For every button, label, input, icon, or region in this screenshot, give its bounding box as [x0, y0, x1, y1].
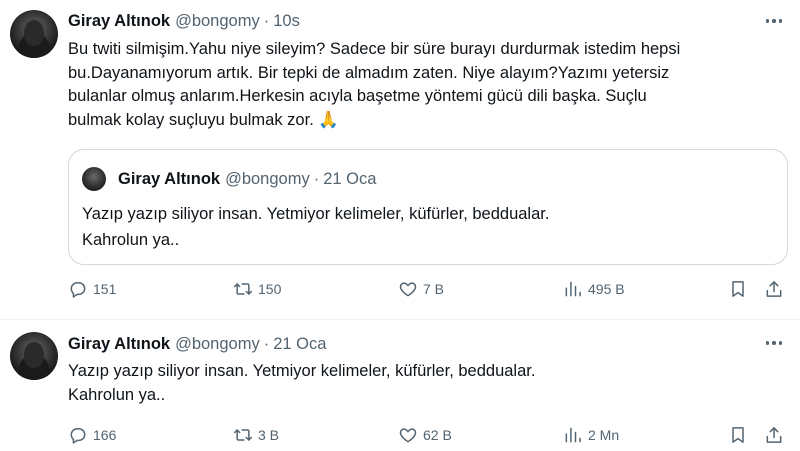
bookmark-icon: [732, 281, 744, 297]
retweet-button[interactable]: 3 B: [233, 423, 279, 447]
share-button[interactable]: [764, 277, 784, 301]
retweet-icon: [233, 429, 253, 441]
tweet[interactable]: Giray Altınok @bongomy · 10s Bu twiti si…: [0, 0, 800, 320]
like-button[interactable]: 62 B: [398, 423, 452, 447]
share-button[interactable]: [764, 423, 784, 447]
reply-button[interactable]: 151: [68, 277, 116, 301]
tweet-header: Giray Altınok @bongomy · 21 Oca: [68, 333, 326, 355]
reply-button[interactable]: 166: [68, 423, 116, 447]
views-chart-icon: [565, 427, 581, 443]
author-handle[interactable]: @bongomy: [175, 335, 260, 354]
tweet[interactable]: Giray Altınok @bongomy · 21 Oca Yazıp ya…: [0, 320, 800, 451]
tweet-header: Giray Altınok @bongomy · 10s: [68, 10, 300, 32]
retweet-button[interactable]: 150: [233, 277, 281, 301]
share-icon: [766, 281, 782, 297]
like-count: 7 B: [423, 281, 445, 297]
bookmark-icon: [732, 427, 744, 443]
reply-count: 151: [93, 281, 117, 297]
heart-icon: [399, 428, 417, 443]
author-handle[interactable]: @bongomy: [175, 12, 260, 31]
retweet-count: 3 B: [258, 427, 280, 443]
more-dots-icon[interactable]: [762, 334, 786, 352]
views-button[interactable]: 495 B: [563, 277, 625, 301]
bookmark-button[interactable]: [728, 277, 748, 301]
quoted-tweet-header: Giray Altınok @bongomy · 21 Oca: [118, 167, 376, 191]
quoted-tweet-timestamp: 21 Oca: [323, 169, 377, 188]
quoted-author-avatar: [82, 167, 106, 191]
separator-dot: ·: [313, 169, 320, 188]
bookmark-button[interactable]: [728, 423, 748, 447]
author-avatar[interactable]: [10, 332, 58, 380]
reply-icon: [70, 428, 86, 444]
tweet-text: Bu twiti silmişim.Yahu niye sileyim? Sad…: [68, 40, 681, 129]
retweet-count: 150: [258, 281, 282, 297]
author-name[interactable]: Giray Altınok: [68, 335, 170, 354]
more-dots-icon[interactable]: [762, 12, 786, 30]
tweet-timestamp[interactable]: 10s: [273, 12, 300, 31]
quoted-author-name: Giray Altınok: [118, 169, 221, 188]
heart-icon: [399, 282, 417, 297]
views-chart-icon: [565, 281, 581, 297]
views-count: 495 B: [588, 281, 625, 297]
tweet-actions: 166 3 B 62 B 2 Mn: [68, 423, 790, 447]
quoted-tweet-text: Yazıp yazıp siliyor insan. Yetmiyor keli…: [82, 205, 550, 249]
reply-icon: [70, 282, 86, 298]
tweet-timestamp[interactable]: 21 Oca: [273, 335, 326, 354]
views-button[interactable]: 2 Mn: [563, 423, 619, 447]
tweet-text: Yazıp yazıp siliyor insan. Yetmiyor keli…: [68, 362, 536, 404]
tweet-actions: 151 150 7 B 495 B: [68, 277, 790, 301]
quoted-tweet[interactable]: Giray Altınok @bongomy · 21 Oca Yazıp ya…: [68, 149, 788, 265]
views-count: 2 Mn: [588, 427, 620, 443]
separator-dot: ·: [263, 334, 270, 353]
share-icon: [766, 427, 782, 443]
like-button[interactable]: 7 B: [398, 277, 444, 301]
like-count: 62 B: [423, 427, 452, 443]
quoted-author-handle: @bongomy: [225, 169, 310, 188]
retweet-icon: [233, 283, 253, 295]
author-name[interactable]: Giray Altınok: [68, 12, 170, 31]
reply-count: 166: [93, 427, 117, 443]
separator-dot: ·: [263, 11, 270, 30]
author-avatar[interactable]: [10, 10, 58, 58]
